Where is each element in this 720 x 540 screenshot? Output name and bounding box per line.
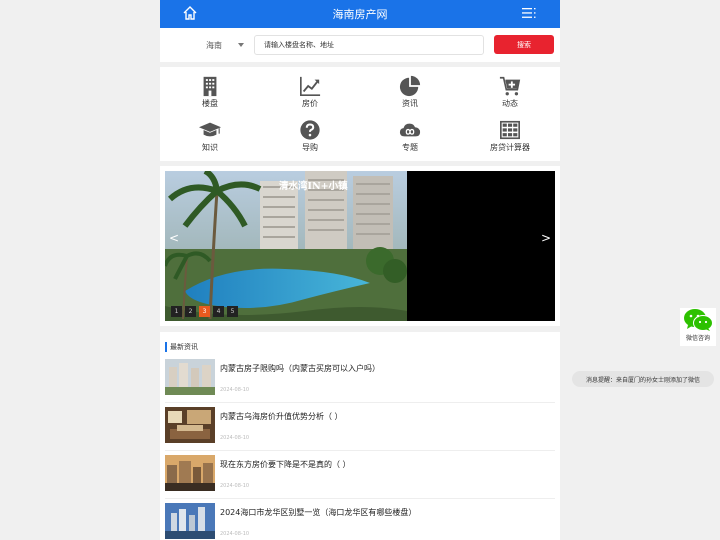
nav-label: 房价	[302, 99, 318, 108]
news-thumbnail	[165, 407, 215, 443]
banner-photo	[165, 171, 407, 321]
building-icon	[203, 76, 217, 97]
chevron-down-icon	[238, 43, 244, 47]
carousel-dot-active[interactable]: 3	[199, 306, 210, 317]
nav-label: 专题	[402, 143, 418, 152]
cloud-icon	[399, 123, 421, 137]
nav-label: 资讯	[402, 99, 418, 108]
category-nav: 楼盘 房价 资讯 动态 知识 导购 专题 房贷计算器	[160, 67, 560, 161]
carousel-dot[interactable]: 2	[185, 306, 196, 317]
news-item[interactable]: 内蒙古房子限购吗（内蒙古买房可以入户吗） 2024-08-10	[165, 359, 555, 403]
news-thumbnail	[165, 455, 215, 491]
site-title: 海南房产网	[332, 8, 388, 21]
nav-label: 房贷计算器	[490, 143, 530, 152]
notification-toast: 消息提醒：来自厦门的孙女士刚添加了微信	[572, 371, 714, 387]
news-title[interactable]: 内蒙古乌海房价升值优势分析（ ）	[220, 411, 343, 422]
search-button[interactable]: 搜索	[494, 35, 554, 54]
news-heading: 最新资讯	[165, 342, 198, 352]
news-item[interactable]: 内蒙古乌海房价升值优势分析（ ） 2024-08-10	[165, 407, 555, 451]
menu-icon[interactable]	[522, 6, 536, 20]
banner-caption: 清水湾IN+小镇	[279, 181, 348, 192]
pie-chart-icon	[399, 75, 421, 97]
mobile-page: 海南房产网 海南 搜索 楼盘	[160, 0, 560, 540]
nav-label: 知识	[202, 143, 218, 152]
carousel-dot[interactable]: 5	[227, 306, 238, 317]
nav-item-knowledge[interactable]: 知识	[180, 111, 240, 153]
news-date: 2024-08-10	[220, 531, 250, 537]
news-title[interactable]: 现在东方房价要下降是不是真的（ ）	[220, 459, 351, 470]
carousel-next-button[interactable]: >	[541, 231, 551, 245]
search-input[interactable]	[254, 35, 484, 55]
top-bar: 海南房产网	[160, 0, 560, 28]
cart-plus-icon	[499, 76, 521, 96]
carousel-dot[interactable]: 4	[213, 306, 224, 317]
wechat-icon	[684, 309, 713, 331]
nav-label: 动态	[502, 99, 518, 108]
carousel-prev-button[interactable]: <	[169, 231, 179, 245]
graduation-cap-icon	[199, 122, 221, 137]
image-carousel[interactable]: 清水湾IN+小镇 < > 1 2 3 4 5	[165, 171, 555, 321]
question-icon	[300, 120, 320, 140]
nav-item-prices[interactable]: 房价	[280, 67, 340, 109]
city-label: 海南	[206, 40, 222, 50]
nav-item-mortgage-calculator[interactable]: 房贷计算器	[480, 111, 540, 153]
news-date: 2024-08-10	[220, 483, 250, 489]
calculator-grid-icon	[500, 120, 520, 140]
nav-item-guide[interactable]: 导购	[280, 111, 340, 153]
nav-item-topics[interactable]: 专题	[380, 111, 440, 153]
nav-label: 导购	[302, 143, 318, 152]
nav-item-news[interactable]: 资讯	[380, 67, 440, 109]
wechat-label: 微信咨询	[685, 335, 710, 342]
carousel-pagination: 1 2 3 4 5	[171, 306, 238, 317]
news-date: 2024-08-10	[220, 387, 250, 393]
nav-item-updates[interactable]: 动态	[480, 67, 540, 109]
banner-section: 清水湾IN+小镇 < > 1 2 3 4 5	[160, 166, 560, 326]
trend-chart-icon	[300, 76, 321, 96]
news-section: 最新资讯 内蒙古房子限购吗（内蒙古买房可以入户吗） 2024-08-10 内蒙古…	[160, 332, 560, 540]
news-item[interactable]: 2024海口市龙华区别墅一览（海口龙华区有哪些楼盘） 2024-08-10	[165, 503, 555, 540]
search-bar: 海南 搜索	[160, 28, 560, 62]
nav-label: 楼盘	[202, 99, 218, 108]
news-title[interactable]: 内蒙古房子限购吗（内蒙古买房可以入户吗）	[220, 363, 380, 374]
news-thumbnail	[165, 503, 215, 539]
news-thumbnail	[165, 359, 215, 395]
city-select[interactable]: 海南	[166, 40, 254, 51]
news-title[interactable]: 2024海口市龙华区别墅一览（海口龙华区有哪些楼盘）	[220, 507, 416, 518]
carousel-dot[interactable]: 1	[171, 306, 182, 317]
wechat-consult-button[interactable]: 微信咨询	[680, 308, 716, 346]
home-icon[interactable]	[182, 5, 198, 21]
nav-item-buildings[interactable]: 楼盘	[180, 67, 240, 109]
news-date: 2024-08-10	[220, 435, 250, 441]
news-item[interactable]: 现在东方房价要下降是不是真的（ ） 2024-08-10	[165, 455, 555, 499]
